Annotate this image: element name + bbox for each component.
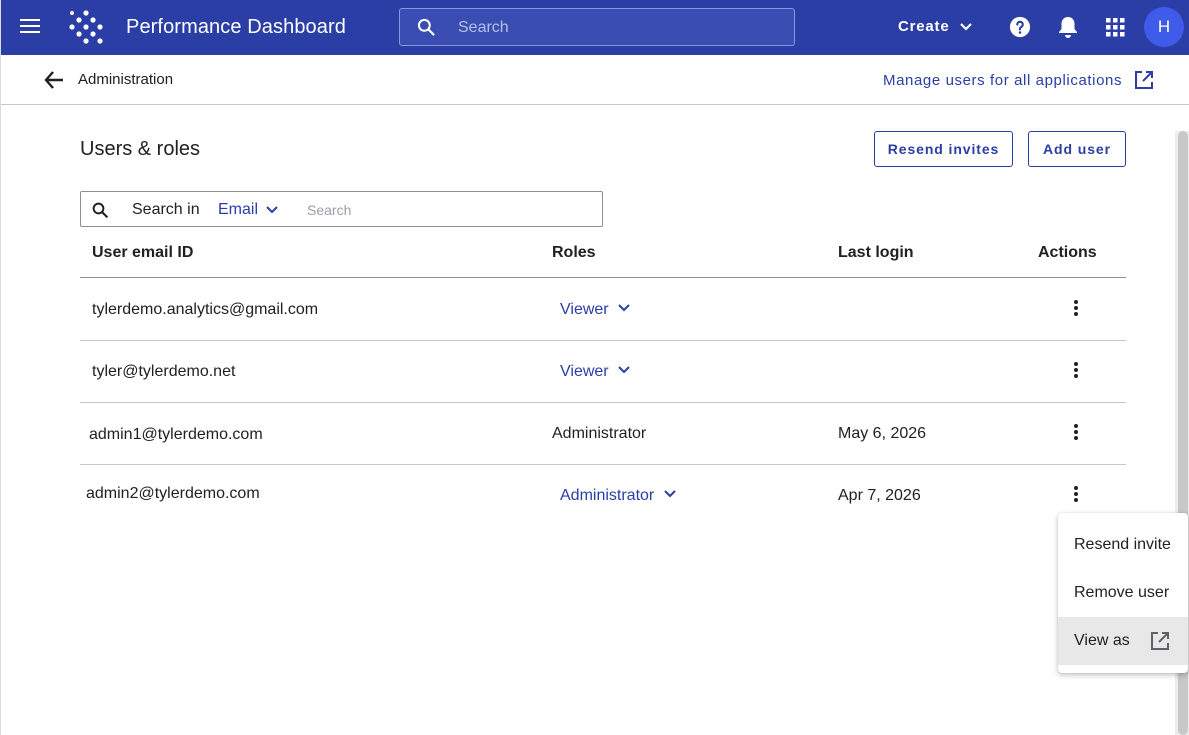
chevron-down-icon xyxy=(618,304,630,312)
menu-item-remove-user[interactable]: Remove user xyxy=(1058,569,1188,617)
role-value: Administrator xyxy=(552,425,647,442)
role-dropdown[interactable]: Viewer xyxy=(560,363,631,381)
last-login-value: Apr 7, 2026 xyxy=(838,487,921,504)
row-divider xyxy=(80,402,1126,403)
row-actions-kebab-icon[interactable] xyxy=(1066,484,1086,508)
manage-users-link[interactable]: Manage users for all applications xyxy=(883,72,1122,89)
row-divider xyxy=(80,464,1126,465)
app-title: Performance Dashboard xyxy=(126,16,346,38)
role-value: Viewer xyxy=(560,363,609,380)
search-in-label: Search in xyxy=(132,201,200,218)
search-icon xyxy=(92,202,108,218)
row-actions-menu: Resend invite Remove user View as xyxy=(1058,513,1188,673)
last-login-value: May 6, 2026 xyxy=(838,425,927,442)
search-icon xyxy=(417,18,435,36)
table-row-email: tyler@tylerdemo.net xyxy=(92,363,236,380)
row-actions-kebab-icon[interactable] xyxy=(1066,360,1086,384)
page-title: Users & roles xyxy=(80,138,201,160)
logo-icon xyxy=(69,10,103,44)
open-in-new-icon[interactable] xyxy=(1134,70,1154,90)
back-arrow-icon[interactable] xyxy=(43,69,65,91)
help-icon[interactable] xyxy=(1009,16,1031,38)
role-dropdown[interactable]: Administrator xyxy=(560,487,677,505)
hamburger-menu-icon[interactable] xyxy=(17,15,43,41)
menu-item-label: View as xyxy=(1074,632,1130,649)
chevron-down-icon xyxy=(618,366,630,374)
add-user-button[interactable]: Add user xyxy=(1028,131,1126,167)
global-search-input[interactable] xyxy=(458,17,778,39)
chevron-down-icon[interactable] xyxy=(958,19,974,35)
menu-item-resend-invite[interactable]: Resend invite xyxy=(1058,521,1188,569)
create-button[interactable]: Create xyxy=(898,18,950,35)
top-app-bar: Performance Dashboard Create H xyxy=(1,0,1189,55)
user-search-box: Search in Email xyxy=(80,191,603,227)
menu-item-view-as[interactable]: View as xyxy=(1058,617,1188,665)
column-header-roles: Roles xyxy=(552,244,596,261)
avatar[interactable]: H xyxy=(1144,7,1184,47)
table-header-divider xyxy=(80,277,1126,278)
row-actions-kebab-icon[interactable] xyxy=(1066,422,1086,446)
resend-invites-button[interactable]: Resend invites xyxy=(874,131,1013,167)
role-dropdown[interactable]: Viewer xyxy=(560,301,631,319)
table-row-email: admin1@tylerdemo.com xyxy=(89,426,263,443)
column-header-actions: Actions xyxy=(1038,244,1097,261)
bell-icon[interactable] xyxy=(1057,15,1079,39)
row-actions-kebab-icon[interactable] xyxy=(1066,298,1086,322)
role-value: Viewer xyxy=(560,301,609,318)
global-search[interactable] xyxy=(399,8,795,46)
apps-grid-icon[interactable] xyxy=(1106,18,1125,37)
open-in-new-icon xyxy=(1151,632,1169,650)
menu-item-label: Resend invite xyxy=(1074,536,1171,553)
chevron-down-icon xyxy=(663,490,676,498)
chevron-down-icon[interactable] xyxy=(265,203,279,217)
menu-item-label: Remove user xyxy=(1074,584,1170,601)
row-divider xyxy=(80,340,1126,341)
role-value: Administrator xyxy=(560,487,655,504)
column-header-last-login: Last login xyxy=(838,244,914,261)
table-row-email: tylerdemo.analytics@gmail.com xyxy=(92,301,319,318)
breadcrumb: Administration xyxy=(78,71,174,88)
sub-header: Administration Manage users for all appl… xyxy=(1,55,1189,105)
column-header-email: User email ID xyxy=(92,244,194,261)
user-search-input[interactable] xyxy=(307,200,587,220)
search-field-select[interactable]: Email xyxy=(218,201,258,219)
table-row-email: admin2@tylerdemo.com xyxy=(86,485,260,502)
